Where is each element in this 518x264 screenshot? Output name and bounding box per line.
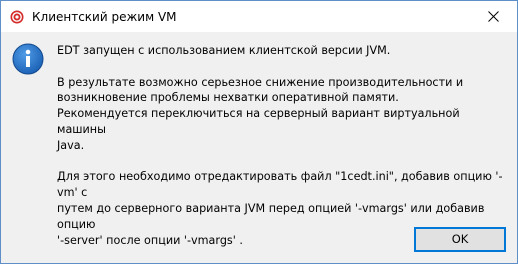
message-paragraph-1: EDT запущен с использованием клиентской … [57,44,391,57]
title-bar[interactable]: Клиентский режим VM [1,1,517,32]
dialog-window: Клиентский режим VM EDT запущен с исполь… [0,0,518,264]
message-paragraph-2: В результате возможно серьезное снижение… [57,75,464,152]
window-title: Клиентский режим VM [32,10,177,24]
ok-button[interactable]: OK [414,227,506,252]
message-text: EDT запущен с использованием клиентской … [57,43,507,248]
1c-logo-icon [10,9,24,24]
close-icon [488,11,499,22]
close-button[interactable] [471,1,517,32]
info-icon [12,43,44,75]
